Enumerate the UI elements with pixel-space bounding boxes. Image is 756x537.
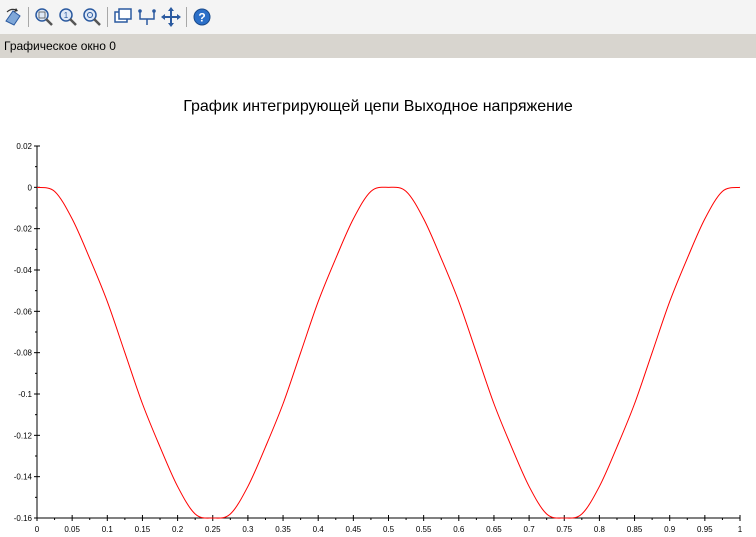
svg-text:1: 1 <box>64 11 69 20</box>
toolbar-separator <box>107 7 108 27</box>
y-tick-label: -0.12 <box>14 431 33 440</box>
x-tick-label: 0.4 <box>313 525 325 533</box>
toolbar-separator <box>186 7 187 27</box>
datatip-button[interactable] <box>112 6 134 28</box>
x-tick-label: 0.9 <box>664 525 676 533</box>
pan-button[interactable] <box>160 6 182 28</box>
x-tick-label: 0.05 <box>64 525 80 533</box>
zoom-out-button[interactable] <box>81 6 103 28</box>
x-tick-label: 0.2 <box>172 525 184 533</box>
y-tick-label: -0.14 <box>14 473 33 482</box>
x-tick-label: 0.1 <box>102 525 114 533</box>
y-tick-label: -0.1 <box>18 390 32 399</box>
help-button[interactable]: ? <box>191 6 213 28</box>
x-tick-label: 0.3 <box>242 525 254 533</box>
x-tick-label: 0.55 <box>416 525 432 533</box>
x-tick-label: 0.75 <box>556 525 572 533</box>
y-tick-label: -0.04 <box>14 266 33 275</box>
toolbar-separator <box>28 7 29 27</box>
x-tick-label: 0 <box>35 525 40 533</box>
datatip-icon <box>114 8 132 23</box>
toolbar: 1 ? <box>0 0 756 34</box>
x-tick-label: 0.65 <box>486 525 502 533</box>
rotate-icon <box>5 8 21 26</box>
window-title-bar: Графическое окно 0 <box>0 34 756 58</box>
x-tick-label: 0.7 <box>524 525 536 533</box>
x-tick-label: 0.85 <box>627 525 643 533</box>
edit-curve-button[interactable] <box>136 6 158 28</box>
chart-title: График интегрирующей цепи Выходное напря… <box>183 98 573 115</box>
rotate-button[interactable] <box>2 6 24 28</box>
zoom-in-button[interactable]: 1 <box>57 6 79 28</box>
window-title: Графическое окно 0 <box>4 39 116 53</box>
x-tick-label: 0.35 <box>275 525 291 533</box>
x-tick-label: 0.5 <box>383 525 395 533</box>
plot-area: График интегрирующей цепи Выходное напря… <box>0 58 756 534</box>
zoom-in-icon: 1 <box>59 8 77 26</box>
zoom-out-icon <box>83 8 101 26</box>
series-line <box>36 186 741 519</box>
x-tick-label: 0.45 <box>346 525 362 533</box>
series-group <box>36 186 741 519</box>
x-tick-label: 0.15 <box>135 525 151 533</box>
x-tick-label: 0.95 <box>697 525 713 533</box>
line-chart: График интегрирующей цепи Выходное напря… <box>14 98 743 534</box>
y-tick-label: -0.06 <box>14 307 33 316</box>
zoom-area-icon <box>35 8 53 26</box>
axes: 0.02 0 -0.02 -0.04 -0.06 -0.08 -0.1 -0.12 -0.14 -… <box>14 142 743 534</box>
pan-icon <box>161 7 181 27</box>
zoom-area-button[interactable] <box>33 6 55 28</box>
y-tick-label: -0.08 <box>14 349 33 358</box>
y-tick-label: -0.16 <box>14 514 33 523</box>
x-tick-label: 0.25 <box>205 525 221 533</box>
x-tick-label: 0.6 <box>453 525 465 533</box>
help-icon: ? <box>193 8 211 26</box>
y-tick-label: 0 <box>28 183 33 192</box>
svg-text:?: ? <box>198 11 205 25</box>
x-tick-label: 1 <box>738 525 743 533</box>
y-tick-label: 0.02 <box>16 142 32 151</box>
y-tick-label: -0.02 <box>14 225 33 234</box>
x-tick-label: 0.8 <box>594 525 606 533</box>
edit-curve-icon <box>138 9 156 25</box>
